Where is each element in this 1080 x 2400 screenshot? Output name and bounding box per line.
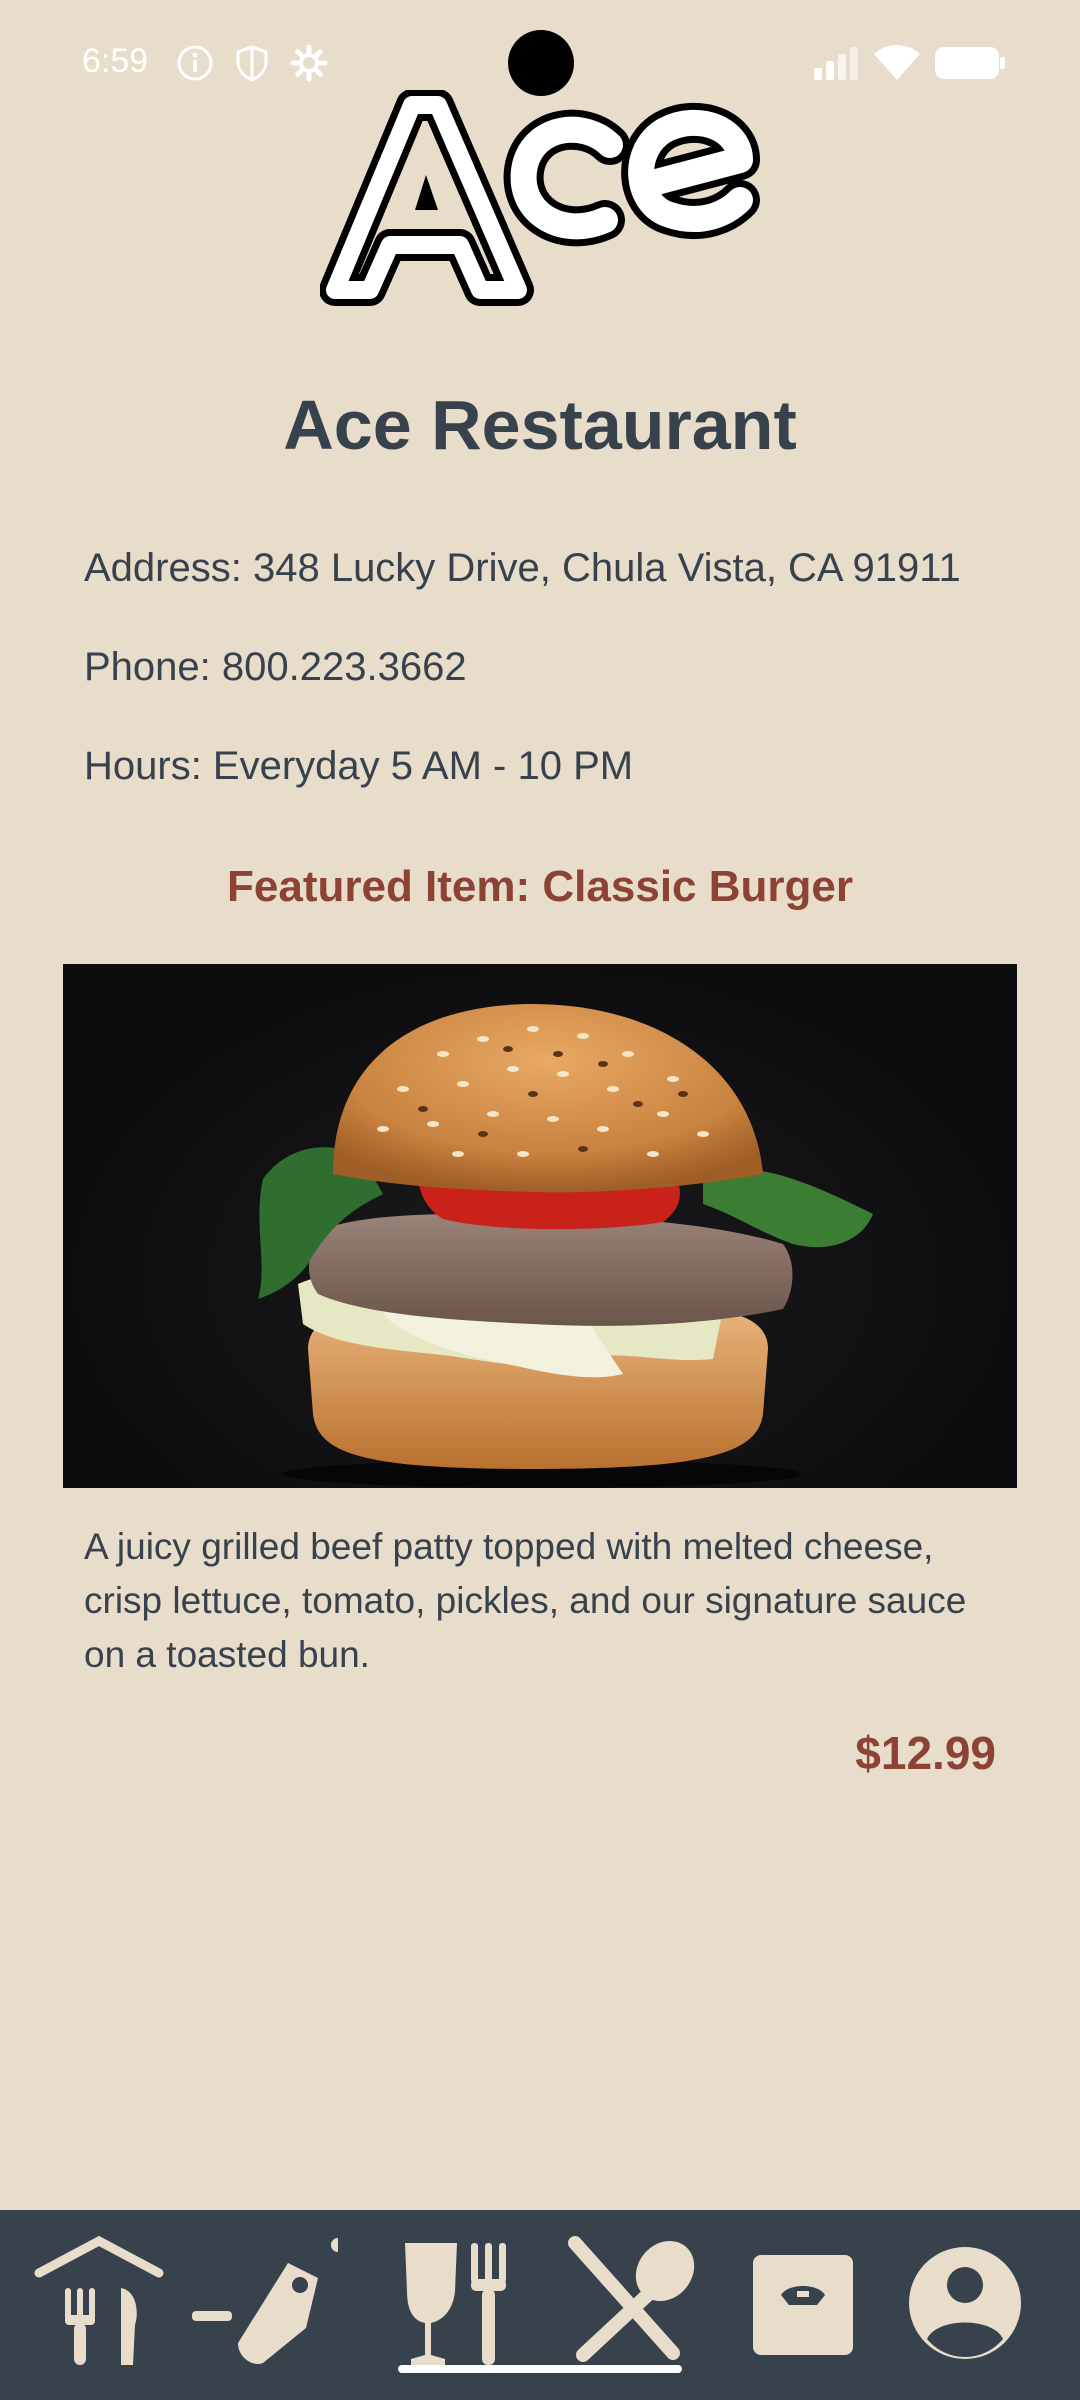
featured-item-heading: Featured Item: Classic Burger (227, 862, 853, 911)
order-box-icon (733, 2233, 873, 2378)
battery-icon (934, 46, 1006, 85)
restaurant-name: Ace Restaurant (283, 386, 797, 464)
status-time: 6:59 (82, 42, 149, 80)
nav-drinks[interactable] (380, 2230, 530, 2380)
nav-menu[interactable] (555, 2230, 705, 2380)
featured-item-photo (63, 964, 1017, 1488)
nav-order[interactable] (728, 2230, 878, 2380)
drinks-icon (385, 2233, 525, 2378)
restaurant-phone: Phone: 800.223.3662 (84, 645, 467, 689)
menu-icon (555, 2233, 705, 2378)
restaurant-address: Address: 348 Lucky Drive, Chula Vista, C… (84, 546, 961, 590)
restaurant-hours: Hours: Everyday 5 AM - 10 PM (84, 744, 634, 788)
specials-tag-icon (188, 2233, 345, 2378)
gear-icon (290, 44, 328, 87)
shield-icon (234, 44, 270, 87)
nav-profile[interactable] (890, 2230, 1040, 2380)
restaurant-home-icon (29, 2233, 169, 2378)
ace-logo (319, 89, 760, 330)
featured-item-price: $12.99 (855, 1727, 996, 1779)
info-icon (176, 44, 214, 87)
nav-specials[interactable] (188, 2230, 345, 2380)
signal-icon (812, 46, 862, 85)
home-indicator[interactable] (398, 2365, 682, 2373)
nav-restaurant-home[interactable] (24, 2230, 174, 2380)
featured-item-description: A juicy grilled beef patty topped with m… (84, 1526, 967, 1675)
camera-cutout (508, 30, 574, 96)
profile-icon (895, 2233, 1035, 2378)
wifi-icon (872, 42, 922, 87)
